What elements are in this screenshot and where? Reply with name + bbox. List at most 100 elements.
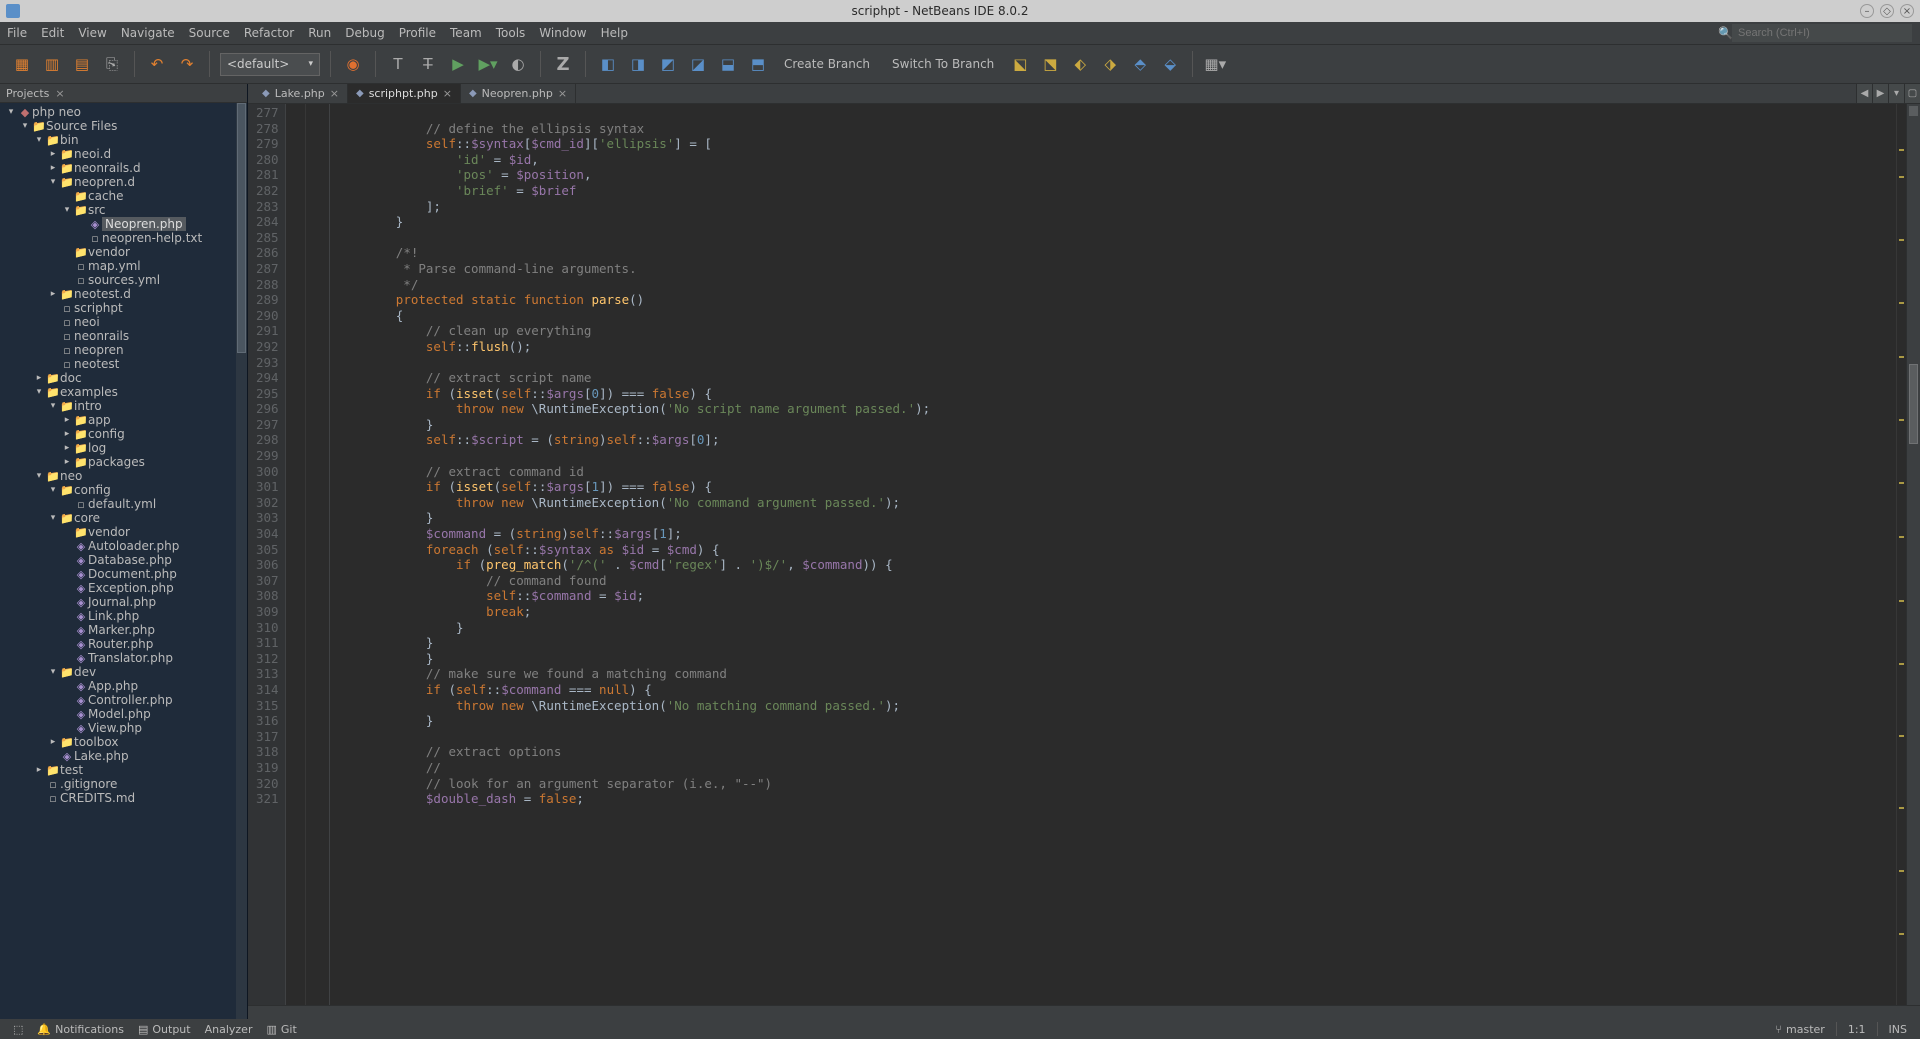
expand-icon[interactable]: ▸ [60, 457, 74, 467]
tree-file[interactable]: ▫neopren [0, 343, 247, 357]
search-input[interactable] [1732, 24, 1912, 42]
expand-icon[interactable]: ▾ [46, 177, 60, 187]
run-button[interactable]: ▶ [446, 52, 470, 76]
projects-panel-tab[interactable]: Projects × [0, 84, 247, 103]
tree-file[interactable]: ▫CREDITS.md [0, 791, 247, 805]
horizontal-scrollbar[interactable] [248, 1005, 1920, 1019]
tree-folder[interactable]: 📁vendor [0, 525, 247, 539]
tree-file[interactable]: ◈Marker.php [0, 623, 247, 637]
close-icon[interactable]: × [55, 87, 64, 100]
git-reset-button[interactable]: ⬗ [1098, 52, 1122, 76]
tree-file[interactable]: ◈Model.php [0, 707, 247, 721]
error-stripe[interactable] [1896, 104, 1906, 1005]
create-branch-button[interactable]: Create Branch [776, 57, 878, 71]
profile-button[interactable]: ◐ [506, 52, 530, 76]
tree-folder[interactable]: ▾📁core [0, 511, 247, 525]
build-button[interactable]: T [386, 52, 410, 76]
tree-file[interactable]: ▫sources.yml [0, 273, 247, 287]
menu-debug[interactable]: Debug [338, 26, 391, 40]
tree-folder[interactable]: ▾📁neo [0, 469, 247, 483]
tree-folder[interactable]: ▾◆php neo [0, 105, 247, 119]
tab-list-button[interactable]: ▾ [1888, 84, 1904, 103]
git-diff-button[interactable]: ◧ [596, 52, 620, 76]
code-editor[interactable]: 2772782792802812822832842852862872882892… [248, 104, 1920, 1005]
project-tree[interactable]: ▾◆php neo▾📁Source Files▾📁bin▸📁neoi.d▸📁ne… [0, 103, 247, 1019]
scrollbar[interactable] [1906, 104, 1920, 1005]
git-stash-button[interactable]: ⬖ [1068, 52, 1092, 76]
tree-file[interactable]: ◈Autoloader.php [0, 539, 247, 553]
status-analyzer[interactable]: Analyzer [200, 1023, 258, 1036]
tree-file[interactable]: ▫neotest [0, 357, 247, 371]
menu-navigate[interactable]: Navigate [114, 26, 182, 40]
git-pull-button[interactable]: ◪ [686, 52, 710, 76]
zend-icon[interactable]: Z [551, 52, 575, 76]
tree-folder[interactable]: ▸📁config [0, 427, 247, 441]
tree-file[interactable]: ◈Neopren.php [0, 217, 247, 231]
debug-button[interactable]: ▶▾ [476, 52, 500, 76]
expand-icon[interactable]: ▾ [46, 401, 60, 411]
tree-file[interactable]: ◈Database.php [0, 553, 247, 567]
tree-folder[interactable]: 📁cache [0, 189, 247, 203]
tree-file[interactable]: ◈App.php [0, 679, 247, 693]
maximize-icon[interactable]: ◇ [1880, 4, 1894, 18]
menu-source[interactable]: Source [182, 26, 237, 40]
expand-icon[interactable]: ▾ [18, 121, 32, 131]
tree-file[interactable]: ◈Lake.php [0, 749, 247, 763]
expand-icon[interactable]: ▾ [46, 485, 60, 495]
expand-icon[interactable]: ▾ [32, 387, 46, 397]
prev-tab-button[interactable]: ◀ [1856, 84, 1872, 103]
tree-file[interactable]: ▫neoi [0, 315, 247, 329]
tree-file[interactable]: ▫default.yml [0, 497, 247, 511]
expand-icon[interactable]: ▾ [32, 135, 46, 145]
menu-window[interactable]: Window [532, 26, 593, 40]
tree-file[interactable]: ▫scriphpt [0, 301, 247, 315]
expand-icon[interactable]: ▸ [60, 415, 74, 425]
menu-refactor[interactable]: Refactor [237, 26, 301, 40]
status-notifications[interactable]: 🔔 Notifications [32, 1023, 129, 1036]
tree-folder[interactable]: ▸📁packages [0, 455, 247, 469]
expand-icon[interactable]: ▾ [46, 667, 60, 677]
tree-folder[interactable]: 📁vendor [0, 245, 247, 259]
status-git[interactable]: ▥ Git [261, 1023, 301, 1036]
git-fetch-button[interactable]: ⬓ [716, 52, 740, 76]
tree-file[interactable]: ◈Journal.php [0, 595, 247, 609]
tree-folder[interactable]: ▸📁test [0, 763, 247, 777]
tree-folder[interactable]: ▸📁neonrails.d [0, 161, 247, 175]
expand-icon[interactable]: ▾ [60, 205, 74, 215]
git-push-button[interactable]: ◩ [656, 52, 680, 76]
scrollbar-thumb[interactable] [237, 103, 246, 353]
menu-file[interactable]: File [0, 26, 34, 40]
save-all-button[interactable]: ⎘ [100, 52, 124, 76]
menu-tools[interactable]: Tools [489, 26, 533, 40]
switch-branch-button[interactable]: Switch To Branch [884, 57, 1002, 71]
close-icon[interactable]: × [443, 87, 452, 100]
git-merge-button[interactable]: ⬕ [1008, 52, 1032, 76]
git-checkout-button[interactable]: ⬘ [1128, 52, 1152, 76]
fold-gutter[interactable] [286, 104, 306, 1005]
git-commit-button[interactable]: ◨ [626, 52, 650, 76]
tree-file[interactable]: ▫.gitignore [0, 777, 247, 791]
undo-button[interactable]: ↶ [145, 52, 169, 76]
tree-file[interactable]: ▫map.yml [0, 259, 247, 273]
tree-file[interactable]: ◈Controller.php [0, 693, 247, 707]
redo-button[interactable]: ↷ [175, 52, 199, 76]
tree-file[interactable]: ▫neonrails [0, 329, 247, 343]
menu-team[interactable]: Team [443, 26, 489, 40]
tree-file[interactable]: ◈Document.php [0, 567, 247, 581]
expand-icon[interactable]: ▾ [32, 471, 46, 481]
tree-file[interactable]: ◈Router.php [0, 637, 247, 651]
tree-folder[interactable]: ▾📁src [0, 203, 247, 217]
expand-icon[interactable]: ▸ [46, 737, 60, 747]
expand-icon[interactable]: ▸ [46, 289, 60, 299]
status-output[interactable]: ▤ Output [133, 1023, 196, 1036]
expand-icon[interactable]: ▾ [46, 513, 60, 523]
new-project-button[interactable]: ▥ [40, 52, 64, 76]
toggle-left-button[interactable]: ⬚ [8, 1023, 28, 1036]
menu-view[interactable]: View [71, 26, 113, 40]
menu-profile[interactable]: Profile [392, 26, 443, 40]
tab-lake[interactable]: ◆ Lake.php × [254, 84, 348, 103]
expand-icon[interactable]: ▸ [60, 429, 74, 439]
next-tab-button[interactable]: ▶ [1872, 84, 1888, 103]
tree-folder[interactable]: ▾📁config [0, 483, 247, 497]
minimize-icon[interactable]: – [1860, 4, 1874, 18]
